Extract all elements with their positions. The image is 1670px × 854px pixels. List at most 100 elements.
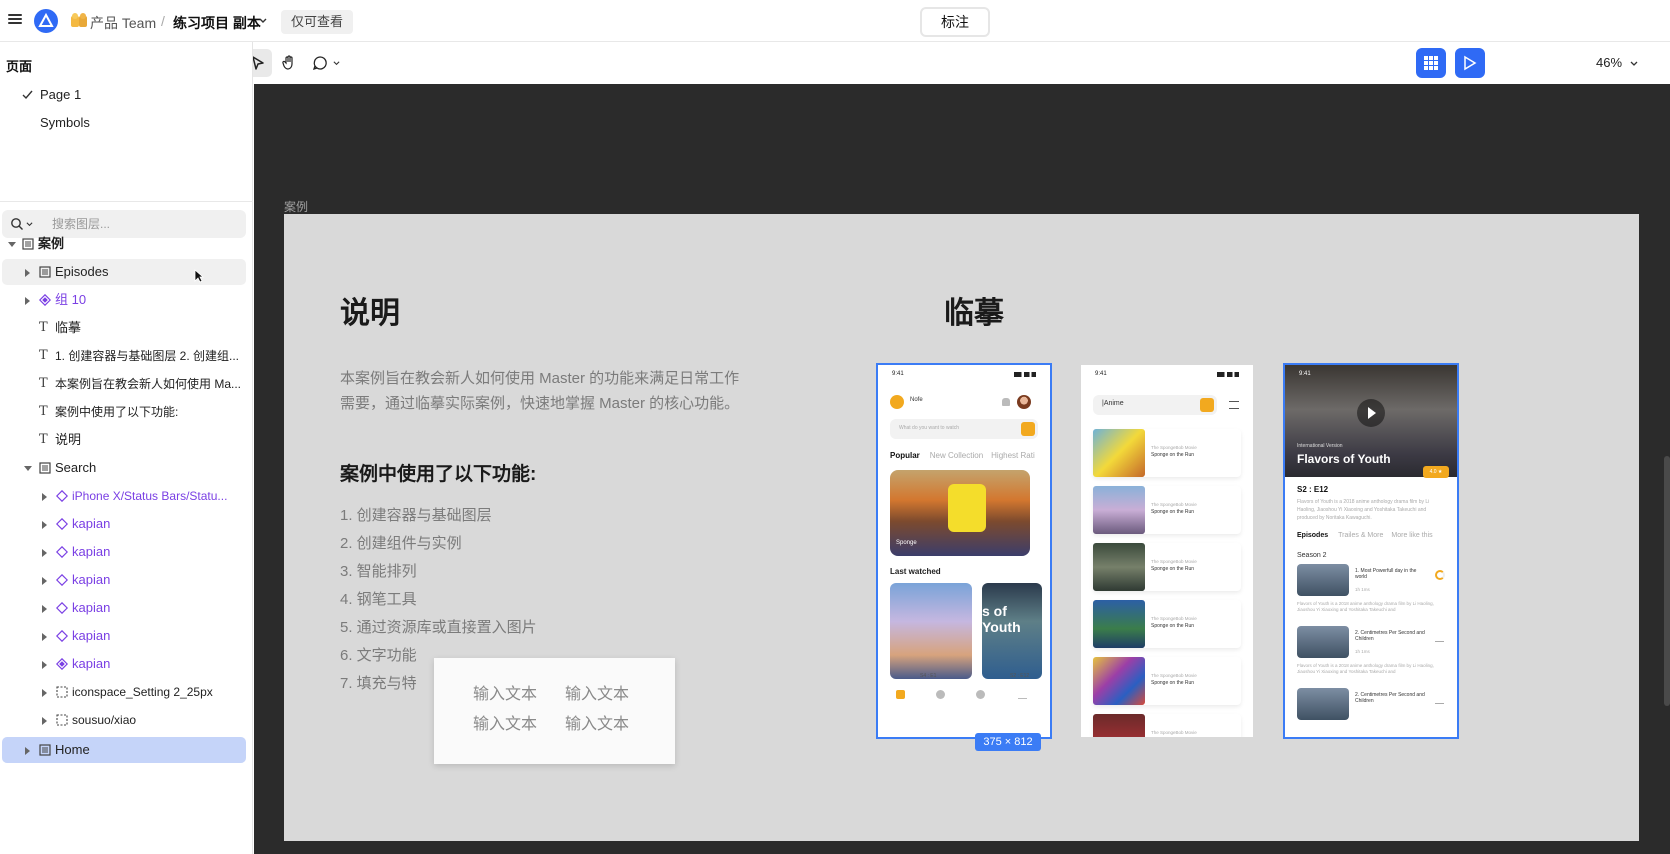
collapse-arrow-icon[interactable] [8, 242, 16, 247]
layer-row-text[interactable]: T 临摹 [2, 315, 246, 341]
layer-row-episodes[interactable]: Episodes [2, 259, 246, 285]
layer-label: 说明 [55, 432, 82, 447]
sponge-figure [948, 484, 986, 532]
layer-row-group[interactable]: sousuo/xiao [2, 707, 246, 733]
menu-icon[interactable] [8, 12, 22, 26]
search-value: |Anime [1102, 400, 1124, 407]
layer-row-instance[interactable]: kapian [2, 511, 246, 537]
layer-search-input[interactable] [52, 216, 232, 232]
layer-label: kapian [72, 544, 111, 559]
collapse-arrow-icon[interactable] [24, 466, 32, 471]
search-placeholder: What do you want to watch [899, 425, 960, 431]
expand-arrow-icon[interactable] [42, 577, 47, 585]
expand-arrow-icon[interactable] [42, 521, 47, 529]
instance-icon [56, 518, 68, 530]
expand-arrow-icon[interactable] [42, 633, 47, 641]
page-item-page1[interactable]: Page 1 [40, 87, 81, 102]
feature-item[interactable]: 4. 钢笔工具 [340, 588, 417, 609]
layer-row-text[interactable]: T 1. 创建容器与基础图层 2. 创建组... [2, 343, 246, 369]
layer-row-instance[interactable]: kapian [2, 623, 246, 649]
expand-arrow-icon[interactable] [42, 493, 47, 501]
design-canvas[interactable]: 案例 说明 本案例旨在教会新人如何使用 Master 的功能来满足日常工作需要，… [254, 84, 1670, 854]
top-bar: 产品 Team / 练习项目 副本 仅可查看 标注 [0, 0, 1670, 42]
feature-item[interactable]: 3. 智能排列 [340, 560, 417, 581]
frame-label[interactable]: 案例 [284, 198, 308, 215]
case-frame[interactable]: 说明 本案例旨在教会新人如何使用 Master 的功能来满足日常工作需要，通过临… [284, 214, 1639, 841]
frame-icon [39, 744, 51, 756]
tab-episodes: Episodes [1297, 532, 1329, 539]
feature-item[interactable]: 5. 通过资源库或直接置入图片 [340, 616, 537, 637]
feature-item[interactable]: 7. 填充与特 [340, 672, 417, 693]
chevron-down-icon[interactable] [259, 17, 267, 25]
group-icon [56, 686, 68, 698]
explain-text[interactable]: 本案例旨在教会新人如何使用 Master 的功能来满足日常工作需要，通过临摹实际… [340, 366, 754, 416]
phone-search: What do you want to watch [890, 419, 1038, 439]
status-icons [1014, 372, 1036, 377]
expand-arrow-icon[interactable] [42, 661, 47, 669]
text-placeholder[interactable]: 输入文本 [473, 710, 537, 734]
expand-arrow-icon[interactable] [25, 269, 30, 277]
layer-row-component[interactable]: kapian [2, 651, 246, 677]
search-dropdown-icon[interactable] [26, 221, 33, 228]
expand-arrow-icon[interactable] [42, 549, 47, 557]
explain-heading[interactable]: 说明 [340, 288, 400, 332]
layer-row-search[interactable]: Search [2, 455, 246, 481]
phone-tabs: Popular New Collection Highest Rati [890, 451, 1043, 460]
page-item-symbols[interactable]: Symbols [40, 115, 90, 130]
layer-label: kapian [72, 628, 111, 643]
expand-arrow-icon[interactable] [25, 297, 30, 305]
text-placeholder[interactable]: 输入文本 [565, 680, 629, 704]
hand-tool-icon[interactable] [275, 49, 303, 77]
show-description: Flavors of Youth is a 2018 anime antholo… [1297, 499, 1430, 521]
play-icon [1357, 399, 1385, 427]
layer-row-text[interactable]: T 本案例旨在教会新人如何使用 Ma... [2, 371, 246, 397]
grid-view-icon[interactable] [1416, 48, 1446, 78]
divider [0, 201, 253, 202]
layer-row-text[interactable]: T 说明 [2, 427, 246, 453]
layer-row-group[interactable]: iconspace_Setting 2_25px [2, 679, 246, 705]
layer-row-home[interactable]: Home [2, 737, 246, 763]
layer-row-instance[interactable]: kapian [2, 539, 246, 565]
feature-item[interactable]: 6. 文字功能 [340, 644, 417, 665]
project-name[interactable]: 练习项目 副本 [173, 13, 261, 33]
expand-arrow-icon[interactable] [25, 747, 30, 755]
expand-arrow-icon[interactable] [42, 689, 47, 697]
app-logo[interactable] [34, 9, 58, 33]
layer-row-case[interactable]: 案例 [2, 231, 246, 257]
phone-search[interactable]: 9:41 |Anime The SpongeBob Movie Sponge on… [1081, 365, 1253, 737]
text-placeholder[interactable]: 输入文本 [565, 710, 629, 734]
expand-arrow-icon[interactable] [42, 717, 47, 725]
team-name[interactable]: 产品 Team [90, 13, 156, 33]
feature-item[interactable]: 1. 创建容器与基础图层 [340, 504, 492, 525]
layer-row-instance[interactable]: kapian [2, 567, 246, 593]
feature-item[interactable]: 2. 创建组件与实例 [340, 532, 462, 553]
comment-dropdown-icon[interactable] [333, 60, 340, 67]
features-heading[interactable]: 案例中使用了以下功能: [340, 459, 536, 486]
avatar [1017, 395, 1031, 409]
episode-hero: 9:41 International Version Flavors of Yo… [1285, 365, 1457, 477]
layer-row-instance[interactable]: iPhone X/Status Bars/Statu... [2, 483, 246, 509]
zoom-level[interactable]: 46% [1596, 55, 1622, 70]
layer-row-instance[interactable]: kapian [2, 595, 246, 621]
play-logo-icon [890, 395, 904, 409]
layer-row-text[interactable]: T 案例中使用了以下功能: [2, 399, 246, 425]
comment-tool-icon[interactable] [306, 49, 334, 77]
instance-icon [56, 574, 68, 586]
phone-episodes[interactable]: 9:41 International Version Flavors of Yo… [1283, 363, 1459, 739]
canvas-scrollbar[interactable] [1664, 456, 1670, 706]
component-icon [56, 658, 68, 670]
mark-button[interactable]: 标注 [920, 7, 990, 37]
expand-arrow-icon[interactable] [42, 605, 47, 613]
text-input-box[interactable]: 输入文本 输入文本 输入文本 输入文本 [434, 658, 675, 764]
result-sub: The SpongeBob Movie [1151, 559, 1197, 564]
text-placeholder[interactable]: 输入文本 [473, 680, 537, 704]
layer-label: iconspace_Setting 2_25px [72, 685, 213, 699]
layer-row-group10[interactable]: 组 10 [2, 287, 246, 313]
search-icon[interactable] [10, 217, 24, 231]
preview-play-icon[interactable] [1455, 48, 1485, 78]
result-row: The SpongeBob Movie Sponge on the Run [1093, 657, 1241, 705]
copy-heading[interactable]: 临摹 [944, 288, 1004, 332]
zoom-dropdown-icon[interactable] [1630, 60, 1638, 68]
status-time: 9:41 [1095, 371, 1107, 377]
phone-home[interactable]: 9:41 Nofe What do you want to watch Popu… [876, 363, 1052, 739]
